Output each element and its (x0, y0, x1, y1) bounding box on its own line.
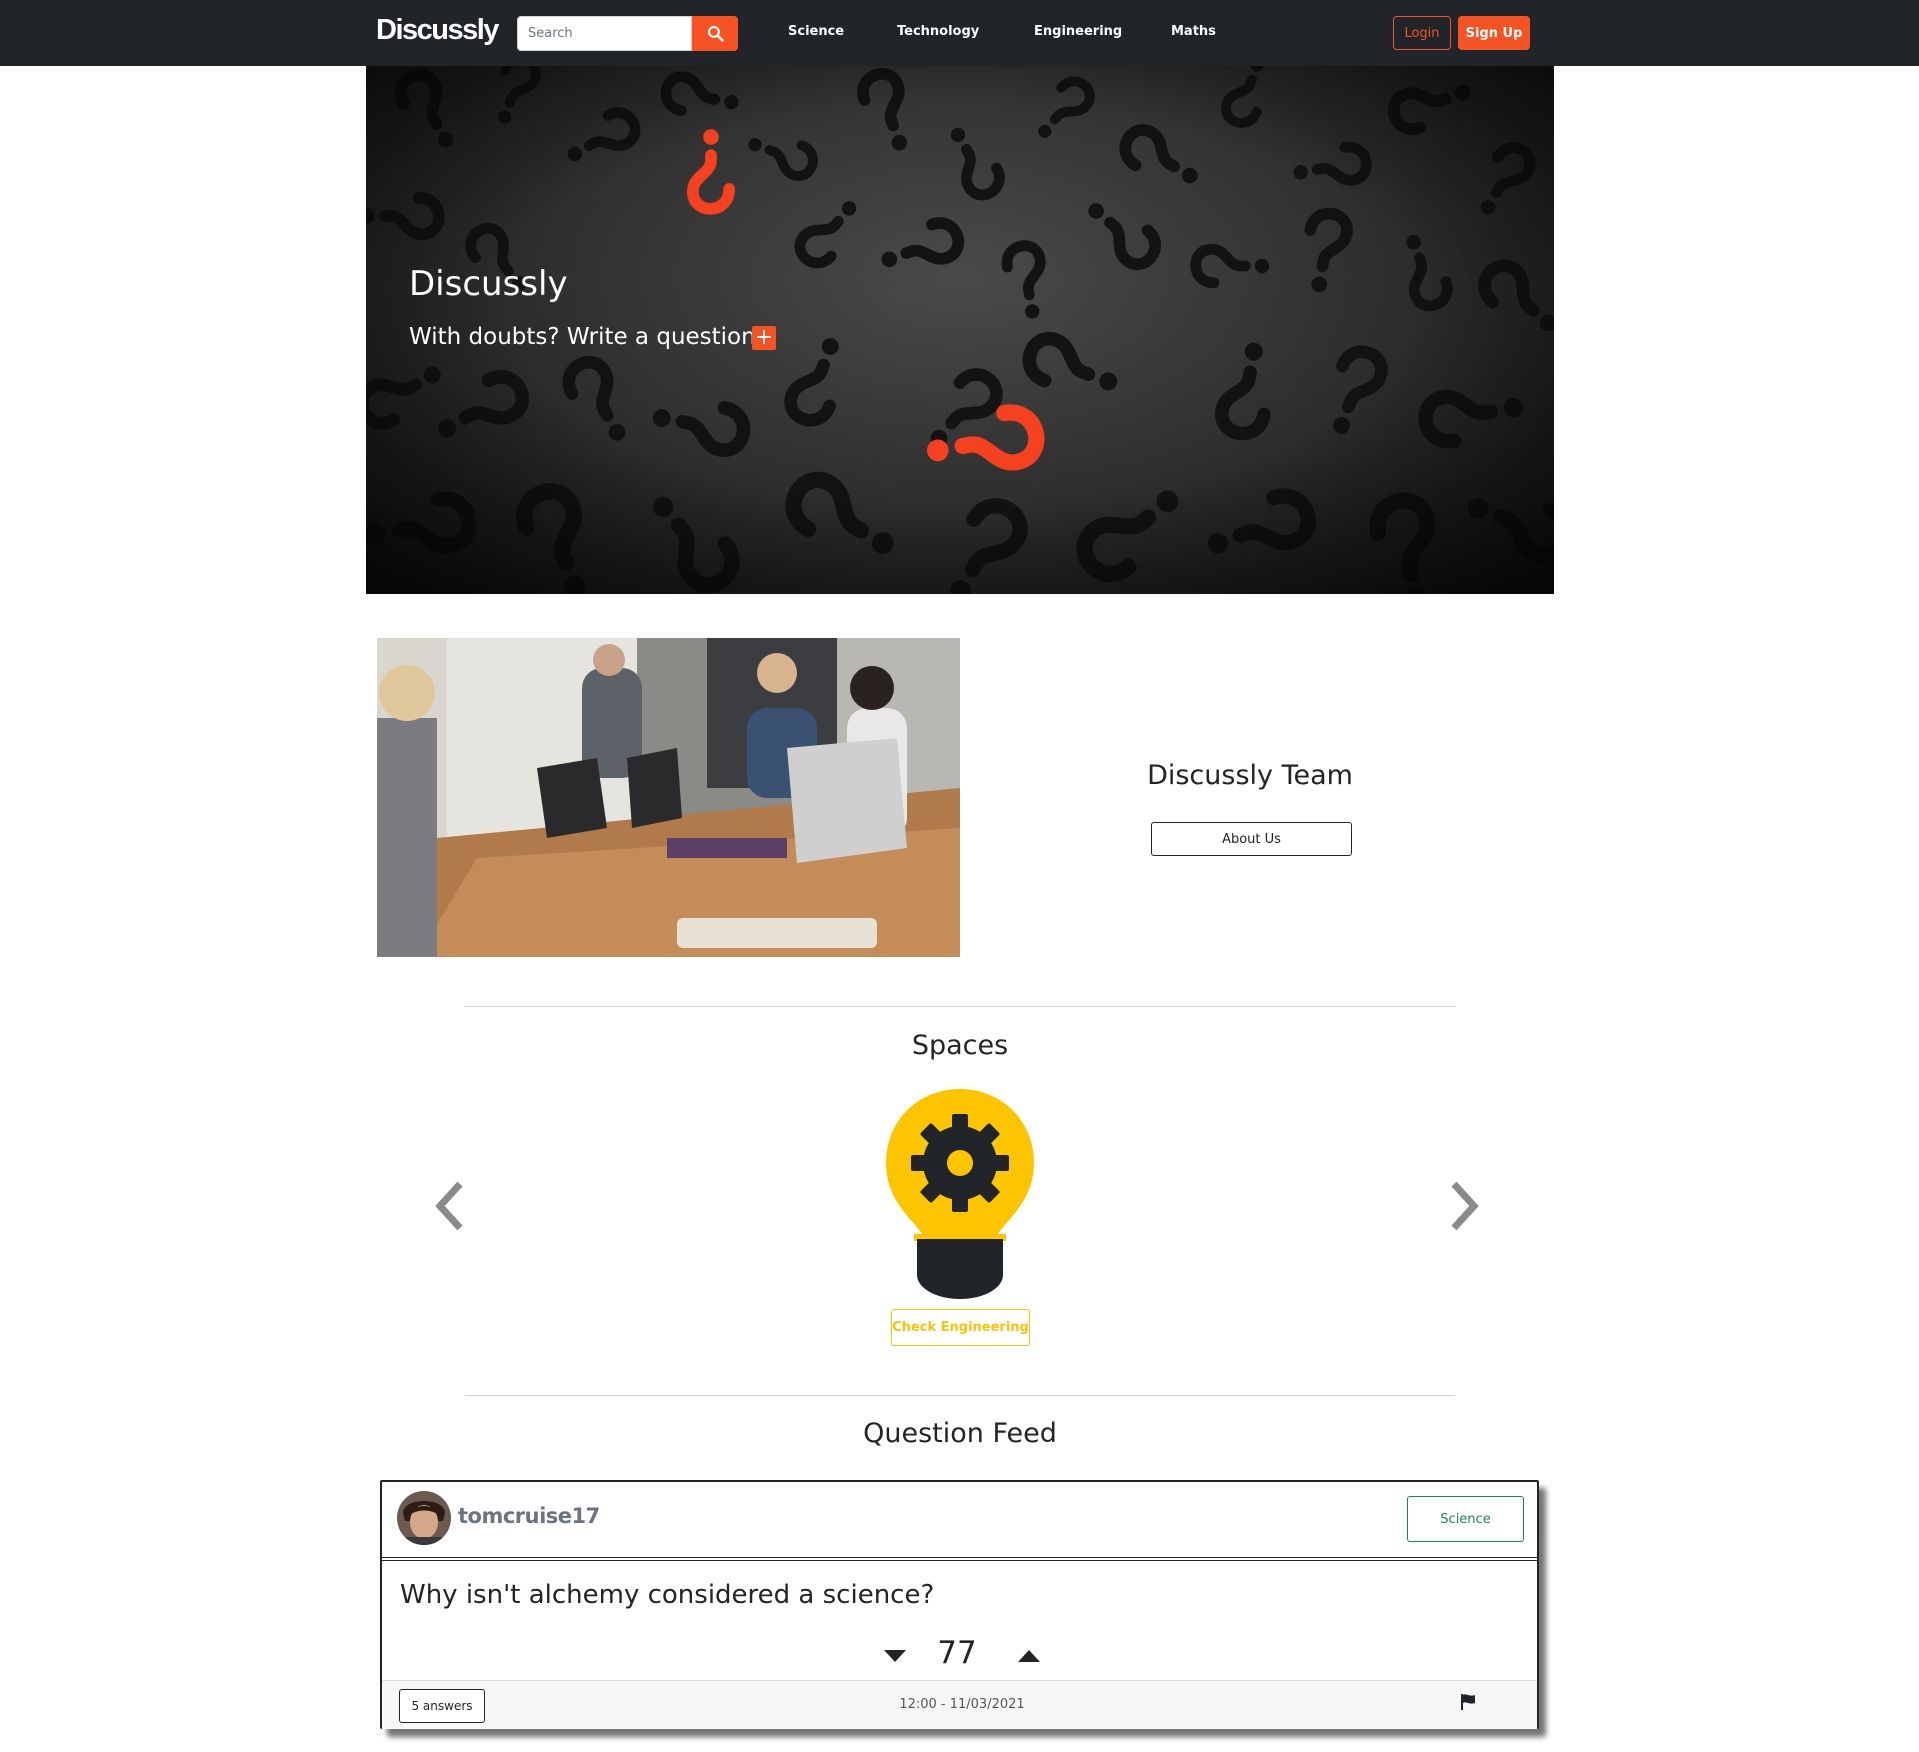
flag-icon (1461, 1694, 1475, 1710)
caret-up-icon (1018, 1650, 1040, 1662)
nav-link-engineering[interactable]: Engineering (1034, 24, 1122, 39)
upvote-button[interactable] (1018, 1647, 1040, 1666)
avatar[interactable] (397, 1491, 451, 1545)
nav-link-technology[interactable]: Technology (897, 24, 979, 39)
team-meeting-image (377, 638, 960, 957)
login-button[interactable]: Login (1393, 16, 1451, 50)
carousel-prev-button[interactable] (434, 1180, 466, 1236)
brand-logo[interactable]: Discussly (376, 14, 499, 47)
question-feed-title: Question Feed (863, 1418, 1057, 1449)
hero-subtitle: With doubts? Write a question! (409, 324, 765, 350)
answers-button[interactable]: 5 answers (399, 1689, 485, 1723)
plus-square-icon[interactable]: + (752, 326, 776, 350)
team-title: Discussly Team (1147, 760, 1353, 791)
nav-link-maths[interactable]: Maths (1171, 24, 1216, 39)
search-button[interactable] (692, 16, 738, 51)
question-username[interactable]: tomcruise17 (458, 1504, 600, 1528)
question-timestamp: 12:00 - 11/03/2021 (899, 1697, 1025, 1712)
check-engineering-button[interactable]: Check Engineering (891, 1309, 1030, 1346)
carousel-next-button[interactable] (1448, 1180, 1480, 1236)
flag-button[interactable] (1460, 1693, 1476, 1715)
question-card: tomcruise17 Science Why isn't alchemy co… (380, 1480, 1539, 1729)
hero-banner: Discussly With doubts? Write a question!… (366, 66, 1554, 594)
card-divider (382, 1557, 1537, 1561)
hero-title: Discussly (409, 264, 568, 304)
question-text[interactable]: Why isn't alchemy considered a science? (400, 1580, 934, 1610)
search-icon (707, 25, 724, 42)
divider (465, 1006, 1455, 1007)
question-tag[interactable]: Science (1407, 1496, 1524, 1542)
lightbulb-gear-icon (880, 1086, 1040, 1306)
question-footer: 5 answers 12:00 - 11/03/2021 (382, 1680, 1537, 1729)
chevron-right-icon (1451, 1181, 1479, 1231)
chevron-left-icon (435, 1181, 463, 1231)
nav-link-science[interactable]: Science (788, 24, 844, 39)
vote-count: 77 (937, 1635, 977, 1671)
search-input[interactable] (517, 16, 692, 51)
divider (465, 1395, 1455, 1396)
spaces-title: Spaces (911, 1030, 1009, 1061)
navbar: Discussly Science Technology Engineering… (0, 0, 1919, 66)
downvote-button[interactable] (884, 1647, 906, 1666)
caret-down-icon (884, 1650, 906, 1662)
signup-button[interactable]: Sign Up (1458, 16, 1530, 50)
about-us-button[interactable]: About Us (1151, 822, 1352, 856)
